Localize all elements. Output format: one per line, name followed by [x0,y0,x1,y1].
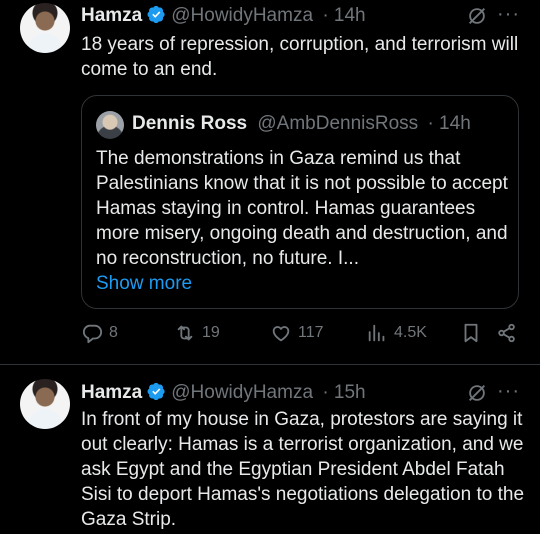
quote-author-handle[interactable]: @AmbDennisRoss [257,113,418,134]
views-icon [368,324,385,342]
reply-icon [82,324,103,344]
verified-badge-icon [147,5,165,24]
tweet-1[interactable]: Hamza @HowidyHamza · 14h ··· 18 years of … [0,0,540,364]
timestamp[interactable]: · 15h [322,382,365,403]
views-button[interactable]: 4.5K [366,322,427,344]
view-count: 4.5K [394,324,427,341]
verified-badge-icon [147,382,165,401]
grok-icon[interactable] [466,382,488,404]
more-icon[interactable]: ··· [497,380,520,403]
like-count: 117 [298,324,324,341]
more-icon[interactable]: ··· [497,3,520,26]
bookmark-icon [464,323,478,343]
show-more-link[interactable]: Show more [96,273,192,294]
quote-header: Dennis Ross @AmbDennisRoss · 14h [132,113,471,135]
author-handle[interactable]: @HowidyHamza [171,382,313,403]
avatar[interactable] [20,3,70,53]
author-handle[interactable]: @HowidyHamza [171,5,313,26]
share-button[interactable] [496,322,524,344]
reply-button[interactable]: 8 [81,322,118,344]
quote-author-name[interactable]: Dennis Ross [132,113,247,134]
repost-icon [177,325,193,341]
quote-avatar[interactable] [96,111,124,139]
share-icon [498,323,515,343]
tweet-text: In front of my house in Gaza, protestors… [81,409,525,530]
tweet-header: Hamza @HowidyHamza · 15h [81,382,366,404]
action-bar: 8 19 117 4.5K [0,322,540,352]
tweet-2[interactable]: Hamza @HowidyHamza · 15h ··· In front of … [0,365,540,534]
repost-button[interactable]: 19 [174,322,220,344]
avatar[interactable] [20,379,70,429]
quoted-tweet[interactable]: Dennis Ross @AmbDennisRoss · 14h The dem… [81,95,519,309]
quote-text-block: The demonstrations in Gaza remind us tha… [96,146,508,296]
reply-count: 8 [109,324,118,341]
repost-count: 19 [202,324,220,341]
tweet-text: 18 years of repression, corruption, and … [81,34,519,80]
grok-icon[interactable] [466,5,488,27]
like-button[interactable]: 117 [270,322,324,344]
quote-timestamp[interactable]: · 14h [427,113,470,134]
timestamp[interactable]: · 14h [322,5,365,26]
author-name[interactable]: Hamza [81,5,142,26]
quote-text: The demonstrations in Gaza remind us tha… [96,148,508,269]
tweet-header: Hamza @HowidyHamza · 14h [81,5,366,27]
bookmark-button[interactable] [460,322,488,344]
like-icon [272,326,290,342]
author-name[interactable]: Hamza [81,382,142,403]
